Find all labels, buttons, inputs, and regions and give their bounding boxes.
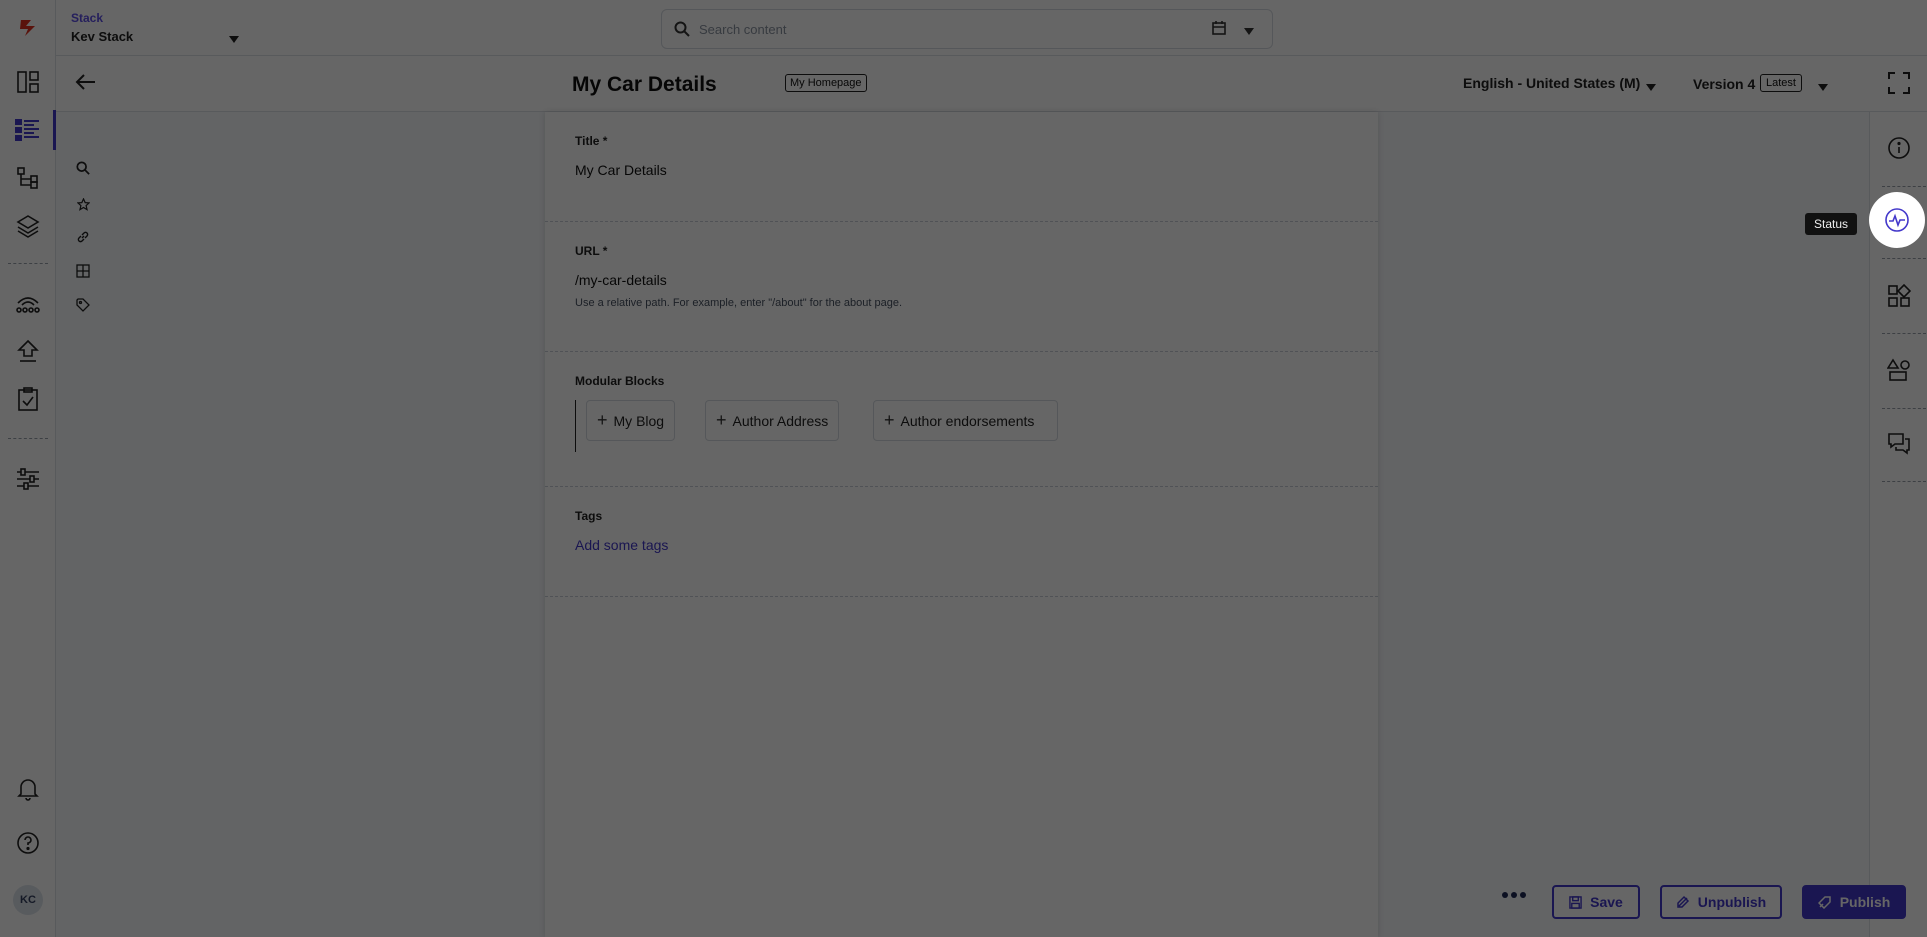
url-input[interactable]: /my-car-details [575, 272, 1348, 288]
find-search-icon[interactable] [72, 157, 94, 179]
tags-field: Tags Add some tags [545, 487, 1378, 597]
content-models-icon[interactable] [0, 158, 56, 198]
brand-logo-icon[interactable] [0, 8, 56, 48]
status-tooltip: Status [1805, 213, 1858, 235]
stack-dropdown-caret-icon[interactable] [229, 30, 239, 48]
entry-form: Title * My Car Details URL * /my-car-det… [545, 112, 1378, 937]
tags-label: Tags [575, 509, 603, 523]
user-avatar[interactable]: KC [0, 880, 56, 920]
block-label: Author endorsements [900, 412, 1035, 429]
workflows-icon[interactable] [0, 283, 56, 323]
modular-blocks-list: + My Blog + Author Address + Author endo… [575, 400, 1348, 452]
add-block-author-endorsements-button[interactable]: + Author endorsements [873, 400, 1058, 441]
plus-icon: + [597, 410, 608, 430]
search-bar[interactable]: Search content [661, 9, 1273, 49]
extensions-icon[interactable] [1870, 266, 1927, 326]
comments-icon[interactable] [1870, 414, 1927, 474]
avatar-initials: KC [13, 885, 43, 915]
locale-selector[interactable]: English - United States (M) [1463, 75, 1640, 91]
version-selector[interactable]: Version 4 [1693, 76, 1755, 92]
title-input[interactable]: My Car Details [575, 162, 1348, 178]
star-icon[interactable] [72, 193, 94, 215]
save-label: Save [1590, 894, 1623, 910]
entries-icon[interactable] [0, 110, 56, 150]
link-icon[interactable] [72, 226, 94, 248]
save-disk-icon [1569, 895, 1582, 909]
publish-label: Publish [1839, 894, 1891, 910]
top-bar: Stack Kev Stack Search content [56, 0, 1927, 56]
content-type-badge: My Homepage [785, 74, 867, 92]
stack-label: Stack [71, 11, 104, 25]
modular-blocks-field: Modular Blocks + My Blog + Author Addres… [545, 352, 1378, 487]
tasks-clipboard-icon[interactable] [0, 379, 56, 419]
dashboard-icon[interactable] [0, 62, 56, 102]
info-icon[interactable] [1870, 118, 1927, 178]
stack-selector[interactable]: Kev Stack [71, 29, 133, 44]
fullscreen-icon[interactable] [1888, 72, 1910, 99]
back-arrow-icon[interactable] [75, 72, 97, 97]
plus-icon: + [884, 410, 895, 430]
add-tags-input[interactable]: Add some tags [575, 537, 1348, 553]
status-spotlight[interactable] [1869, 192, 1925, 248]
title-field: Title * My Car Details [545, 112, 1378, 222]
unpublish-label: Unpublish [1697, 894, 1767, 910]
publish-button[interactable]: Publish [1802, 885, 1906, 919]
block-label: Author Address [732, 412, 829, 429]
search-icon [674, 21, 690, 42]
latest-badge: Latest [1760, 74, 1802, 92]
search-filter-calendar-icon[interactable] [1212, 21, 1226, 40]
shapes-icon[interactable] [1870, 340, 1927, 400]
tag-icon[interactable] [72, 294, 94, 316]
unpublish-icon [1677, 895, 1689, 908]
plus-icon: + [716, 410, 727, 430]
title-label: Title * [575, 134, 608, 148]
block-label: My Blog [613, 412, 665, 429]
publish-rocket-icon [1817, 896, 1831, 909]
modular-blocks-label: Modular Blocks [575, 374, 665, 388]
left-nav-rail: KC [0, 0, 56, 937]
add-block-my-blog-button[interactable]: + My Blog [586, 400, 676, 441]
locale-dropdown-caret-icon[interactable] [1646, 78, 1656, 96]
entry-header: My Car Details My Homepage English - Uni… [56, 56, 1927, 112]
unpublish-button[interactable]: Unpublish [1660, 885, 1782, 919]
deploy-upload-icon[interactable] [0, 331, 56, 371]
url-field: URL * /my-car-details Use a relative pat… [545, 222, 1378, 352]
help-icon[interactable] [0, 823, 56, 863]
more-options-icon[interactable] [1502, 892, 1526, 898]
assets-layers-icon[interactable] [0, 206, 56, 246]
notifications-bell-icon[interactable] [0, 769, 56, 809]
settings-sliders-icon[interactable] [0, 459, 56, 499]
table-icon[interactable] [72, 260, 94, 282]
url-label: URL * [575, 244, 608, 258]
entry-title: My Car Details [572, 73, 717, 96]
add-block-author-address-button[interactable]: + Author Address [705, 400, 840, 441]
version-dropdown-caret-icon[interactable] [1818, 78, 1828, 96]
search-input[interactable]: Search content [699, 22, 786, 37]
status-activity-icon [1885, 208, 1909, 232]
url-help-text: Use a relative path. For example, enter … [575, 297, 903, 309]
save-button[interactable]: Save [1552, 885, 1640, 919]
search-dropdown-caret-icon[interactable] [1244, 22, 1254, 40]
